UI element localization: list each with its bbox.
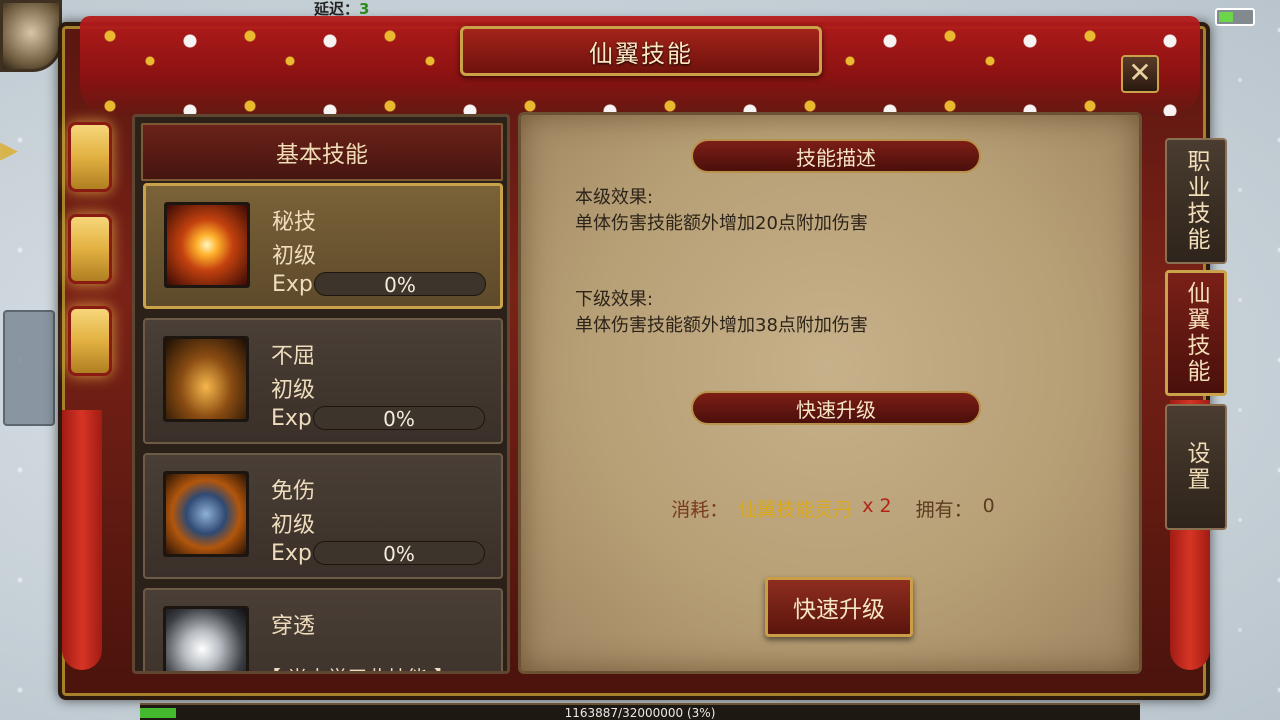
lantern-icon [68, 214, 112, 284]
player-exp-bar: 1163887/32000000 (3%) [140, 703, 1140, 720]
current-effect-text: 单体伤害技能额外增加20点附加伤害 [575, 213, 868, 234]
close-button[interactable]: ✕ [1121, 55, 1159, 93]
player-exp-text: 1163887/32000000 (3%) [564, 706, 716, 720]
skill-exp-percent: 0% [384, 273, 416, 297]
tab-class-skills[interactable]: 职业技能 [1165, 138, 1227, 264]
red-ribbon-decoration [62, 410, 102, 670]
dialog-title: 仙翼技能 [460, 26, 822, 76]
skills-list-header-text: 基本技能 [276, 142, 368, 168]
battery-icon [1215, 8, 1255, 26]
cost-item-count: x 2 [862, 495, 892, 517]
skills-list-header: 基本技能 [141, 123, 503, 181]
dialog-title-text: 仙翼技能 [589, 39, 693, 68]
skill-card-mianshang[interactable]: 免伤 初级 Exp 0% [143, 453, 503, 579]
lantern-icon [68, 306, 112, 376]
skill-detail-parchment: 技能描述 本级效果: 单体伤害技能额外增加20点附加伤害 下级效果: 单体伤害技… [518, 112, 1142, 674]
side-shortcut-slot[interactable] [3, 310, 55, 426]
tab-class-skills-label: 职业技能 [1183, 149, 1209, 253]
skill-description-header: 技能描述 [691, 139, 981, 173]
shield-icon [163, 471, 249, 557]
quick-upgrade-header: 快速升级 [691, 391, 981, 425]
owned-value: 0 [982, 495, 995, 517]
owned-label: 拥有： [915, 499, 973, 521]
skill-description-title: 技能描述 [796, 145, 876, 170]
burst-icon [164, 202, 250, 288]
skill-exp-percent: 0% [383, 407, 415, 431]
skills-list-panel: 基本技能 秘技 初级 Exp 0% 不屈 初级 Exp 0% 免伤 初级 Exp… [132, 114, 510, 674]
current-effect-label: 本级效果: [575, 187, 654, 208]
skill-card-miji[interactable]: 秘技 初级 Exp 0% [143, 183, 503, 309]
exp-label: Exp [272, 272, 313, 297]
skill-level: 初级 [271, 378, 316, 403]
expand-arrow-icon[interactable]: ▸ [0, 125, 50, 175]
quick-upgrade-title: 快速升级 [796, 397, 876, 422]
skill-exp-bar: 0% [314, 272, 486, 297]
tab-wing-skills-label: 仙翼技能 [1183, 281, 1209, 385]
cost-label: 消耗： [671, 499, 729, 521]
lantern-icon [68, 122, 112, 192]
winged-warrior-icon [163, 336, 249, 422]
next-effect-label: 下级效果: [575, 289, 654, 310]
player-avatar[interactable] [0, 0, 62, 72]
skill-level: 初级 [272, 244, 317, 269]
skill-card-buqu[interactable]: 不屈 初级 Exp 0% [143, 318, 503, 444]
tab-wing-skills[interactable]: 仙翼技能 [1165, 270, 1227, 396]
skill-name: 秘技 [272, 210, 317, 235]
skill-name: 免伤 [271, 479, 316, 504]
skill-exp-bar: 0% [313, 406, 485, 431]
skill-name: 不屈 [271, 344, 316, 369]
skill-level: 初级 [271, 513, 316, 538]
skill-name: 穿透 [271, 614, 316, 639]
skill-not-learned-text: 【 尚未学习此技能 】 [261, 662, 454, 671]
exp-label: Exp [271, 406, 312, 431]
skill-exp-percent: 0% [383, 542, 415, 566]
skill-exp-bar: 0% [313, 541, 485, 566]
quick-upgrade-button-label: 快速升级 [793, 597, 885, 623]
quick-upgrade-button[interactable]: 快速升级 [765, 577, 913, 637]
upgrade-cost-row: 消耗： 仙翼技能灵丹 x 2 拥有： 0 [521, 495, 1145, 522]
pierce-icon [163, 606, 249, 671]
skill-card-chuantou[interactable]: 穿透 【 尚未学习此技能 】 [143, 588, 503, 671]
tab-settings[interactable]: 设置 [1165, 404, 1227, 530]
cost-item-name: 仙翼技能灵丹 [738, 499, 853, 521]
tab-settings-label: 设置 [1183, 441, 1209, 493]
exp-label: Exp [271, 541, 312, 566]
next-effect-text: 单体伤害技能额外增加38点附加伤害 [575, 315, 868, 336]
